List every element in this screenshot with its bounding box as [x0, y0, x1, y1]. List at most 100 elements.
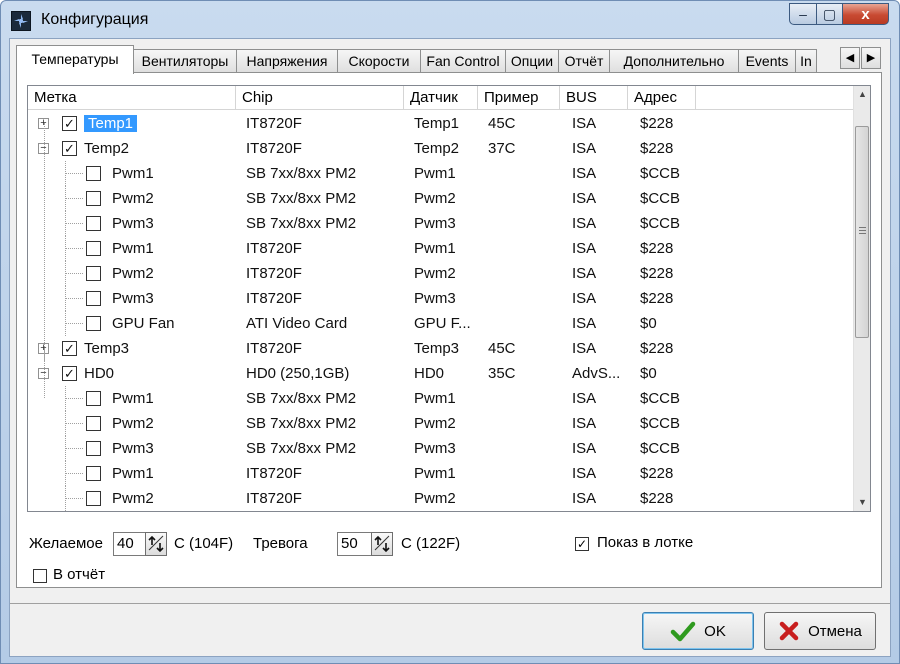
row-checkbox[interactable]: ✓	[62, 116, 77, 131]
table-row[interactable]: Pwm2 IT8720F Pwm2 ISA $228	[28, 261, 854, 286]
cell-chip: IT8720F	[246, 265, 302, 282]
tab-0[interactable]: Температуры	[16, 45, 134, 74]
scroll-thumb[interactable]	[855, 126, 869, 338]
cell-bus: ISA	[572, 340, 597, 357]
row-checkbox[interactable]	[86, 191, 101, 206]
row-checkbox[interactable]	[86, 241, 101, 256]
show-in-tray-checkbox[interactable]: ✓	[575, 537, 589, 551]
tab-scroll-right-icon[interactable]: ▶	[861, 47, 881, 69]
table-row[interactable]: − ✓ HD0 HD0 (250,1GB) HD0 35C AdvS... $0	[28, 361, 854, 386]
table-row[interactable]: Pwm1 IT8720F Pwm1 ISA $228	[28, 461, 854, 486]
row-checkbox[interactable]	[86, 266, 101, 281]
vertical-scrollbar[interactable]: ▲ ▼	[853, 86, 870, 511]
cell-sensor: Pwm3	[414, 440, 456, 457]
row-checkbox[interactable]	[86, 491, 101, 506]
row-checkbox[interactable]	[86, 416, 101, 431]
tab-3[interactable]: Скорости	[337, 49, 421, 73]
tab-8[interactable]: Events	[738, 49, 796, 73]
row-label: Pwm2	[112, 265, 154, 282]
ok-button[interactable]: OK	[642, 612, 754, 650]
window-title: Конфигурация	[41, 11, 149, 28]
column-header-3[interactable]: Пример	[478, 86, 560, 110]
tab-1[interactable]: Вентиляторы	[133, 49, 237, 73]
scroll-down-icon[interactable]: ▼	[854, 494, 870, 511]
desired-unit: C (104F)	[174, 535, 234, 552]
cancel-button[interactable]: Отмена	[764, 612, 876, 650]
alarm-input[interactable]: 50	[337, 532, 373, 556]
column-header-0[interactable]: Метка	[28, 86, 236, 110]
tab-4[interactable]: Fan Control	[420, 49, 506, 73]
table-row[interactable]: Pwm1 SB 7xx/8xx PM2 Pwm1 ISA $CCB	[28, 161, 854, 186]
row-checkbox[interactable]	[86, 441, 101, 456]
table-row[interactable]: Pwm2 IT8720F Pwm2 ISA $228	[28, 486, 854, 511]
in-report-checkbox[interactable]	[33, 569, 47, 583]
cell-chip: IT8720F	[246, 465, 302, 482]
row-label: Pwm1	[112, 165, 154, 182]
cell-sensor: HD0	[414, 365, 445, 382]
table-row[interactable]: Pwm1 IT8720F Pwm1 ISA $228	[28, 236, 854, 261]
desired-spinner[interactable]	[145, 532, 167, 556]
column-header-2[interactable]: Датчик	[404, 86, 478, 110]
tab-scroll-left-icon[interactable]: ◀	[840, 47, 860, 69]
desired-input[interactable]: 40	[113, 532, 147, 556]
config-window: Конфигурация – ▢ x Температуры Вентилятор…	[0, 0, 900, 664]
row-checkbox[interactable]: ✓	[62, 341, 77, 356]
cell-chip: ATI Video Card	[246, 315, 348, 332]
row-label-cell: Pwm3	[112, 436, 154, 461]
cell-addr: $228	[640, 490, 674, 507]
table-row[interactable]: GPU Fan ATI Video Card GPU F... ISA $0	[28, 311, 854, 336]
row-checkbox[interactable]	[86, 166, 101, 181]
cell-sample: 37C	[488, 140, 516, 157]
maximize-button[interactable]: ▢	[817, 3, 843, 25]
alarm-spinner[interactable]	[371, 532, 393, 556]
row-label-cell: Pwm2	[112, 486, 154, 511]
tab-7[interactable]: Дополнительно	[609, 49, 739, 73]
table-row[interactable]: Pwm2 SB 7xx/8xx PM2 Pwm2 ISA $CCB	[28, 186, 854, 211]
tab-6[interactable]: Отчёт	[558, 49, 610, 73]
ok-label: OK	[704, 622, 726, 640]
table-row[interactable]: Pwm3 IT8720F Pwm3 ISA $228	[28, 286, 854, 311]
row-label: GPU Fan	[112, 315, 175, 332]
cell-addr: $CCB	[640, 390, 681, 407]
table-row[interactable]: − ✓ Temp2 IT8720F Temp2 37C ISA $228	[28, 136, 854, 161]
row-label-cell: Pwm1	[112, 386, 154, 411]
cell-bus: ISA	[572, 290, 597, 307]
column-header-5[interactable]: Адрес	[628, 86, 696, 110]
table-row[interactable]: Pwm2 SB 7xx/8xx PM2 Pwm2 ISA $CCB	[28, 411, 854, 436]
row-checkbox[interactable]	[86, 291, 101, 306]
in-report-label: В отчёт	[53, 566, 106, 583]
title-bar[interactable]: Конфигурация – ▢ x	[1, 1, 899, 39]
cell-addr: $228	[640, 265, 674, 282]
cell-addr: $228	[640, 240, 674, 257]
row-checkbox[interactable]	[86, 316, 101, 331]
tab-9[interactable]: In	[795, 49, 817, 73]
cell-chip: HD0 (250,1GB)	[246, 365, 350, 382]
row-checkbox[interactable]	[86, 391, 101, 406]
minimize-button[interactable]: –	[789, 3, 817, 25]
row-checkbox[interactable]	[86, 216, 101, 231]
table-row[interactable]: Pwm1 SB 7xx/8xx PM2 Pwm1 ISA $CCB	[28, 386, 854, 411]
row-checkbox[interactable]: ✓	[62, 366, 77, 381]
maximize-icon: ▢	[822, 5, 837, 22]
table-row[interactable]: Pwm3 SB 7xx/8xx PM2 Pwm3 ISA $CCB	[28, 436, 854, 461]
column-header-4[interactable]: BUS	[560, 86, 628, 110]
row-label: Temp2	[84, 140, 130, 157]
table-row[interactable]: + ✓ Temp3 IT8720F Temp3 45C ISA $228	[28, 336, 854, 361]
row-label: Pwm2	[112, 190, 154, 207]
column-header-1[interactable]: Chip	[236, 86, 404, 110]
scroll-up-icon[interactable]: ▲	[854, 86, 870, 103]
tab-5[interactable]: Опции	[505, 49, 559, 73]
cell-bus: ISA	[572, 115, 597, 132]
alarm-label: Тревога	[253, 535, 308, 552]
table-row[interactable]: + ✓ Temp1 IT8720F Temp1 45C ISA $228	[28, 111, 854, 136]
cell-sensor: Pwm1	[414, 465, 456, 482]
tab-2[interactable]: Напряжения	[236, 49, 338, 73]
table-row[interactable]: Pwm3 SB 7xx/8xx PM2 Pwm3 ISA $CCB	[28, 211, 854, 236]
cell-sensor: Pwm2	[414, 190, 456, 207]
close-button[interactable]: x	[843, 3, 889, 25]
row-label: Pwm2	[112, 415, 154, 432]
cell-sensor: Pwm3	[414, 290, 456, 307]
sensor-tree-list[interactable]: Метка Chip Датчик Пример BUS Адрес + ✓ Temp1 IT8…	[27, 85, 871, 512]
row-checkbox[interactable]: ✓	[62, 141, 77, 156]
row-checkbox[interactable]	[86, 466, 101, 481]
